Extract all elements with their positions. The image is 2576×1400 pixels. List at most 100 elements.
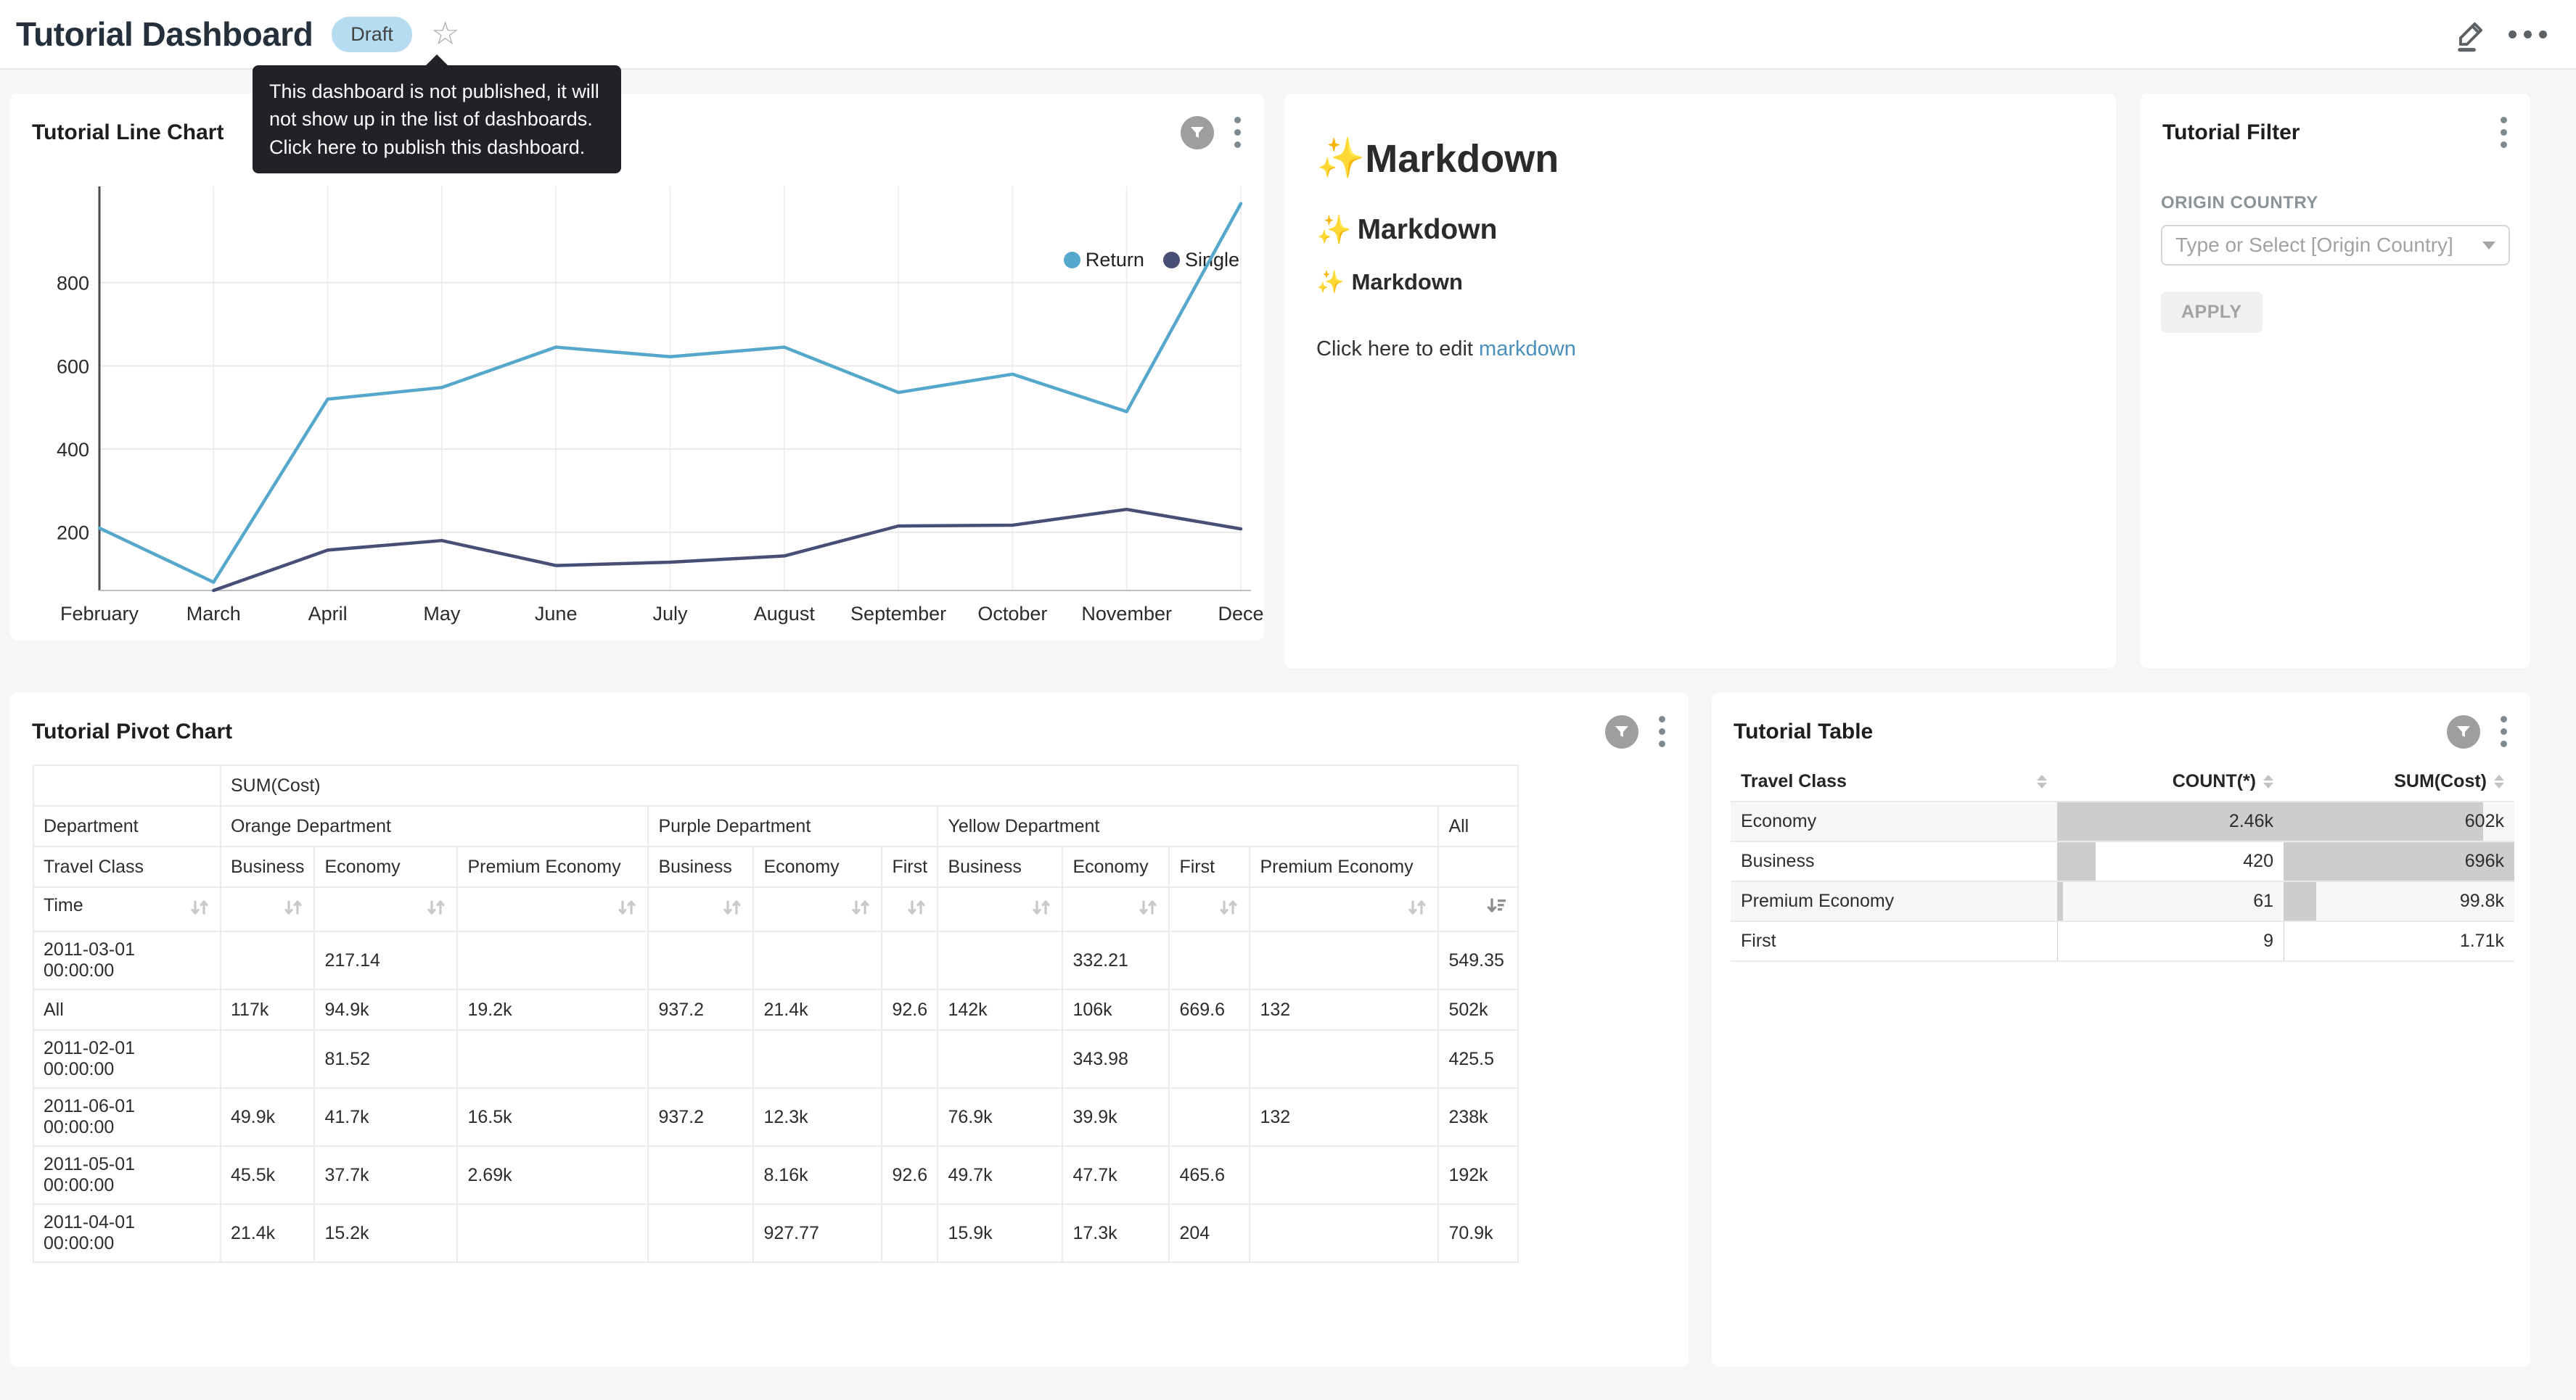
pivot-dept-group: Yellow Department bbox=[938, 806, 1438, 847]
more-horizontal-icon[interactable] bbox=[2509, 30, 2547, 38]
pivot-value-cell bbox=[882, 1030, 938, 1088]
tutorial-table-wrap: Travel Class COUNT(*) SUM(Cost) Economy2.46… bbox=[1712, 750, 2530, 962]
count-cell: 9 bbox=[2057, 921, 2284, 961]
x-axis-label: July bbox=[652, 603, 688, 625]
sparkles-icon: ✨ bbox=[1316, 268, 1345, 295]
data-bar bbox=[2057, 922, 2058, 960]
pivot-row-label: 2011-03-0100:00:00 bbox=[33, 931, 221, 989]
filter-indicator-icon[interactable] bbox=[1605, 715, 1638, 749]
pivot-chart-card: Tutorial Pivot Chart SUM(Cost)Department… bbox=[10, 693, 1689, 1367]
pivot-value-cell: 343.98 bbox=[1062, 1030, 1169, 1088]
sort-icon[interactable] bbox=[189, 897, 210, 923]
x-axis-label: October bbox=[977, 603, 1047, 625]
table-row[interactable]: Premium Economy6199.8k bbox=[1731, 881, 2514, 921]
column-label: SUM(Cost) bbox=[2394, 771, 2487, 792]
pivot-value-cell bbox=[882, 931, 938, 989]
pivot-value-cell: 49.7k bbox=[938, 1146, 1062, 1204]
markdown-paragraph: Click here to edit markdown bbox=[1316, 337, 2084, 361]
travel-class-cell: First bbox=[1731, 921, 2057, 961]
pivot-sorter-cell bbox=[1250, 887, 1438, 931]
table-card-title: Tutorial Table bbox=[1734, 720, 2447, 744]
sort-icon[interactable] bbox=[1218, 897, 1239, 923]
sort-icon[interactable] bbox=[850, 897, 871, 923]
filter-indicator-icon[interactable] bbox=[2447, 715, 2480, 749]
cell-value: 9 bbox=[2067, 931, 2273, 952]
pivot-value-cell: 41.7k bbox=[314, 1088, 457, 1146]
sort-icon[interactable] bbox=[721, 897, 743, 923]
sort-icon[interactable] bbox=[425, 897, 447, 923]
y-axis-label: 800 bbox=[57, 273, 89, 295]
chevron-down-icon bbox=[2482, 242, 2495, 250]
pivot-class-col: First bbox=[882, 847, 938, 887]
sum-cell: 602k bbox=[2284, 802, 2514, 841]
pivot-dept-group: Purple Department bbox=[648, 806, 938, 847]
pivot-sorter-cell bbox=[648, 887, 753, 931]
table-row[interactable]: Business420696k bbox=[1731, 841, 2514, 881]
line-chart-plot[interactable]: 200400600800FebruaryMarchAprilMayJuneJul… bbox=[10, 94, 1264, 641]
table-row[interactable]: First 9 1.71k bbox=[1731, 921, 2514, 961]
markdown-edit-link[interactable]: markdown bbox=[1479, 337, 1576, 361]
x-axis-label: June bbox=[535, 603, 578, 625]
y-axis-label: 600 bbox=[57, 355, 89, 377]
sort-caret-icon bbox=[2494, 775, 2504, 788]
x-axis-label: April bbox=[308, 603, 348, 625]
pivot-value-cell bbox=[882, 1204, 938, 1262]
table-card-header: Tutorial Table bbox=[1712, 693, 2530, 750]
table-col-header-travel-class[interactable]: Travel Class bbox=[1731, 762, 2057, 802]
pivot-value-cell bbox=[1250, 931, 1438, 989]
sort-descending-active-icon[interactable] bbox=[1486, 897, 1508, 923]
pivot-value-cell bbox=[1169, 1030, 1250, 1088]
table-col-header-count-[interactable]: COUNT(*) bbox=[2057, 762, 2284, 802]
pivot-value-cell: 204 bbox=[1169, 1204, 1250, 1262]
edit-pencil-icon[interactable] bbox=[2452, 15, 2490, 53]
origin-country-select[interactable]: Type or Select [Origin Country] bbox=[2161, 225, 2510, 265]
kebab-menu-icon[interactable] bbox=[2498, 713, 2510, 750]
sum-cell: 1.71k bbox=[2284, 921, 2514, 961]
pivot-value-cell: 106k bbox=[1062, 989, 1169, 1030]
pivot-row-label: All bbox=[33, 989, 221, 1030]
tutorial-table: Travel Class COUNT(*) SUM(Cost) Economy2.46… bbox=[1731, 762, 2514, 962]
cell-value: 99.8k bbox=[2294, 891, 2504, 912]
series-line-single[interactable] bbox=[213, 509, 1241, 590]
pivot-value-cell: 2.69k bbox=[457, 1146, 648, 1204]
pivot-row: 2011-02-0100:00:0081.52343.98425.5 bbox=[33, 1030, 1518, 1088]
pivot-value-cell: 81.52 bbox=[314, 1030, 457, 1088]
count-cell: 61 bbox=[2057, 881, 2284, 921]
pivot-value-cell: 117k bbox=[221, 989, 314, 1030]
sort-icon[interactable] bbox=[282, 897, 304, 923]
favorite-star-icon[interactable]: ☆ bbox=[431, 18, 459, 50]
pivot-card-title: Tutorial Pivot Chart bbox=[32, 720, 1605, 744]
y-axis-label: 200 bbox=[57, 522, 89, 544]
draft-badge[interactable]: Draft bbox=[332, 17, 412, 52]
sort-icon[interactable] bbox=[616, 897, 638, 923]
pivot-table: SUM(Cost)DepartmentOrange DepartmentPurp… bbox=[33, 765, 1519, 1263]
publish-tooltip: This dashboard is not published, it will… bbox=[253, 65, 621, 173]
kebab-menu-icon[interactable] bbox=[1656, 713, 1668, 750]
sort-icon[interactable] bbox=[1030, 897, 1052, 923]
table-col-header-sum-cost-[interactable]: SUM(Cost) bbox=[2284, 762, 2514, 802]
markdown-h1: ✨Markdown bbox=[1316, 136, 2084, 181]
sum-cell: 99.8k bbox=[2284, 881, 2514, 921]
pivot-measure-header: SUM(Cost) bbox=[221, 765, 1518, 806]
pivot-value-cell bbox=[221, 931, 314, 989]
sort-icon[interactable] bbox=[1137, 897, 1159, 923]
cell-value: 420 bbox=[2067, 851, 2273, 872]
table-row[interactable]: Economy2.46k602k bbox=[1731, 802, 2514, 841]
pivot-corner-cell bbox=[33, 765, 221, 806]
pivot-dept-group: All bbox=[1438, 806, 1518, 847]
pivot-value-cell bbox=[1250, 1146, 1438, 1204]
pivot-value-cell: 142k bbox=[938, 989, 1062, 1030]
column-label: Travel Class bbox=[1741, 771, 1847, 792]
pivot-class-col bbox=[1438, 847, 1518, 887]
apply-button[interactable]: APPLY bbox=[2161, 292, 2263, 333]
pivot-value-cell: 425.5 bbox=[1438, 1030, 1518, 1088]
kebab-menu-icon[interactable] bbox=[2498, 114, 2510, 151]
pivot-class-col: Business bbox=[221, 847, 314, 887]
pivot-class-col: Business bbox=[648, 847, 753, 887]
sort-icon[interactable] bbox=[906, 897, 927, 923]
pivot-value-cell: 92.6 bbox=[882, 1146, 938, 1204]
pivot-value-cell: 669.6 bbox=[1169, 989, 1250, 1030]
pivot-value-cell bbox=[648, 1146, 753, 1204]
pivot-sorter-cell bbox=[1169, 887, 1250, 931]
sort-icon[interactable] bbox=[1406, 897, 1428, 923]
